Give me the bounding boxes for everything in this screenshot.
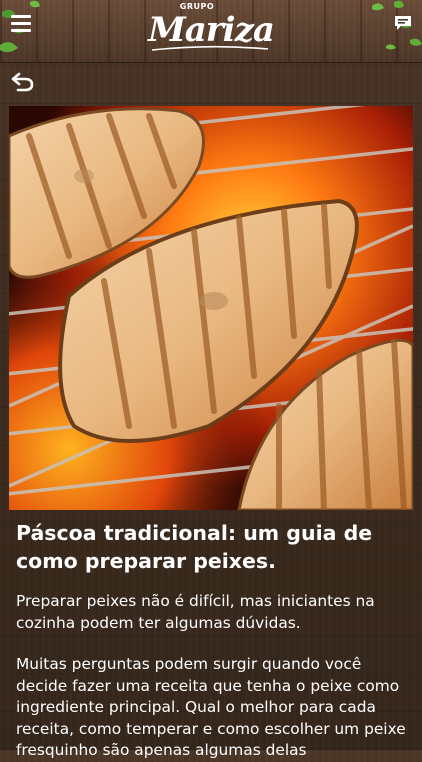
brand-name: Mariza bbox=[148, 10, 275, 50]
brand-logo: GRUPO Mariza bbox=[0, 2, 422, 51]
back-arrow-icon[interactable] bbox=[10, 71, 36, 93]
article-title: Páscoa tradicional: um guia de como prep… bbox=[16, 521, 373, 573]
article-paragraph-2: Muitas perguntas podem surgir quando voc… bbox=[16, 655, 406, 759]
grilled-fish-photo bbox=[9, 106, 413, 510]
article-image bbox=[9, 106, 413, 510]
app-header: GRUPO Mariza bbox=[0, 0, 422, 63]
navigation-bar bbox=[0, 63, 422, 101]
article-paragraph-1: Preparar peixes não é difícil, mas inici… bbox=[16, 592, 375, 632]
chat-bubble-icon[interactable] bbox=[394, 15, 412, 31]
logo-swoosh-icon bbox=[151, 45, 269, 51]
